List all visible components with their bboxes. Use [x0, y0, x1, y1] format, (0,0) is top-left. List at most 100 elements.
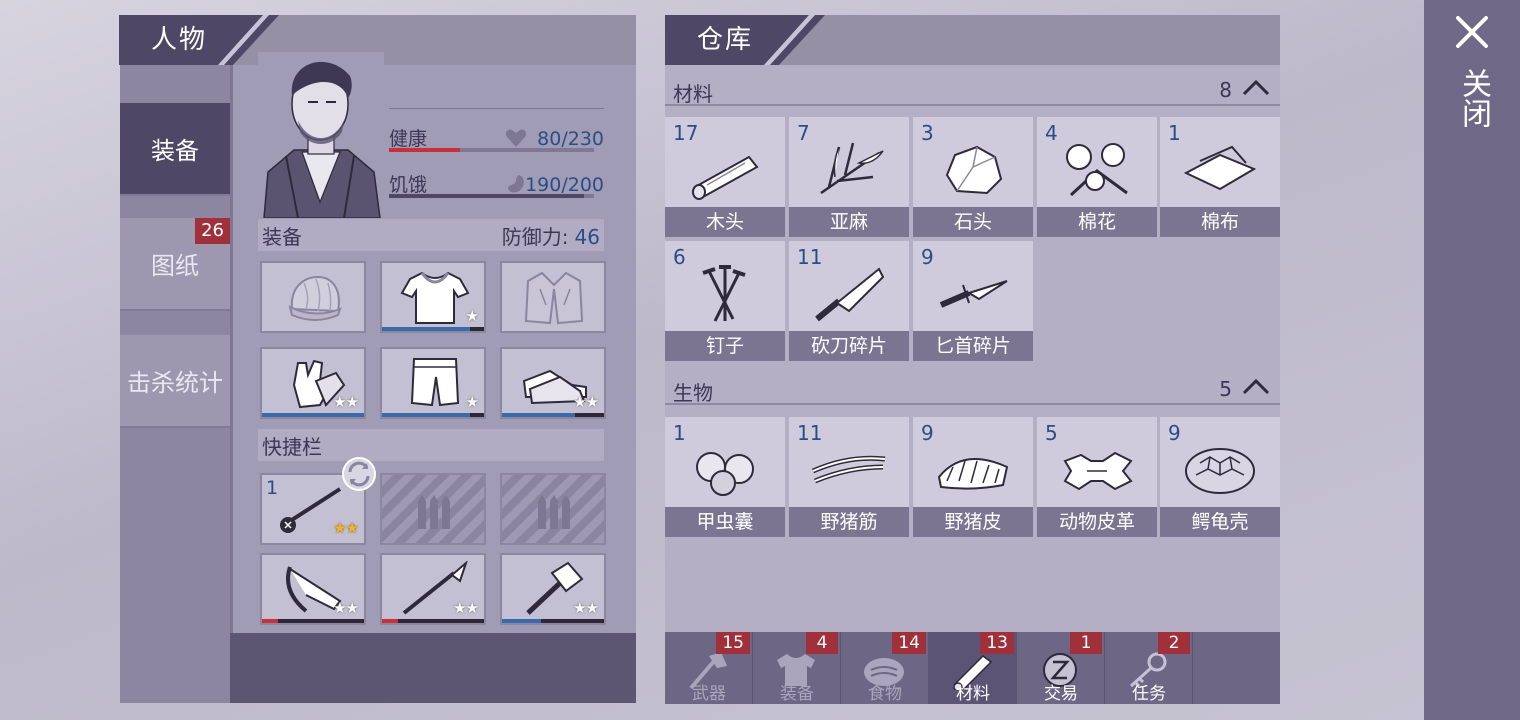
filter-tab-materials[interactable]: 材料 13	[929, 632, 1017, 704]
item-qty: 1	[673, 421, 686, 445]
item-beetle-sac[interactable]: 1 甲虫囊	[665, 417, 785, 537]
quickbar-slot-3[interactable]	[500, 473, 606, 545]
gloves-durability	[262, 413, 364, 417]
equip-slot-hands[interactable]: ★★	[260, 347, 366, 419]
item-qty: 3	[921, 121, 934, 145]
item-cotton[interactable]: 4 棉花	[1037, 117, 1157, 237]
shirt-icon	[400, 271, 470, 324]
health-value: 80/230	[537, 128, 604, 150]
close-icon	[1456, 16, 1488, 48]
jacket-icon	[524, 271, 584, 325]
equip-slot-legs[interactable]: ★	[380, 347, 486, 419]
item-wood[interactable]: 17 木头	[665, 117, 785, 237]
quickbar-slot-4[interactable]: ★★	[260, 553, 366, 625]
item-name: 甲虫囊	[665, 507, 785, 537]
dagger-fragment-icon	[939, 280, 1008, 308]
machete-fragment-icon	[815, 267, 885, 322]
item-boar-hide[interactable]: 9 野猪皮	[913, 417, 1033, 537]
filter-tab-label: 材料	[956, 684, 990, 704]
leather-icon	[1063, 451, 1133, 491]
close-button[interactable]: 关闭	[1448, 12, 1496, 142]
boar-hide-icon	[937, 458, 1009, 490]
quickbar-slot-6[interactable]: ★★	[500, 553, 606, 625]
sneakers-stars: ★★	[573, 393, 599, 411]
flax-icon	[820, 142, 884, 195]
hunger-label: 饥饿	[389, 174, 428, 196]
spear-durability	[382, 619, 484, 623]
item-name: 棉布	[1160, 207, 1280, 237]
turtle-shell-icon	[1185, 448, 1255, 494]
category-materials[interactable]: 材料 8	[665, 68, 1280, 106]
blueprints-badge: 26	[195, 218, 230, 244]
filter-tab-quests[interactable]: 任务 2	[1105, 632, 1193, 704]
category-creatures-label: 生物	[673, 381, 713, 405]
cotton-icon	[1066, 143, 1128, 197]
quickbar-section-label: 快捷栏	[262, 434, 322, 459]
tab-blueprints-label: 图纸	[151, 252, 199, 280]
pants-stars: ★	[465, 393, 479, 411]
filter-tab-label: 装备	[780, 684, 814, 704]
filter-tab-trade[interactable]: 交易 1	[1017, 632, 1105, 704]
item-qty: 4	[1045, 121, 1058, 145]
sledgehammer-durability	[502, 619, 604, 623]
swap-icon[interactable]	[340, 456, 378, 492]
item-turtle-shell[interactable]: 9 鳄龟壳	[1160, 417, 1280, 537]
hunger-bar-fill	[389, 194, 584, 198]
equip-slot-body[interactable]: ★	[380, 261, 486, 333]
tab-equipment[interactable]: 装备	[120, 103, 230, 196]
quickbar-slot-1-stars: ★★	[333, 519, 359, 537]
tab-equipment-label: 装备	[151, 137, 199, 165]
item-stone[interactable]: 3 石头	[913, 117, 1033, 237]
item-name: 鳄龟壳	[1160, 507, 1280, 537]
filter-tab-label: 食物	[868, 684, 902, 704]
item-qty: 6	[673, 245, 686, 269]
equip-slot-outer[interactable]	[500, 261, 606, 333]
item-boar-sinew[interactable]: 11 野猪筋	[789, 417, 909, 537]
locked-slot-icon	[418, 495, 450, 529]
tab-blueprints[interactable]: 图纸 26	[120, 218, 230, 311]
pants-icon	[410, 358, 460, 407]
character-title: 人物	[151, 25, 208, 55]
boar-sinew-icon	[811, 455, 886, 484]
item-nails[interactable]: 6 钉子	[665, 241, 785, 361]
quickbar-slot-5[interactable]: ★★	[380, 553, 486, 625]
item-name: 亚麻	[789, 207, 909, 237]
filter-tab-food[interactable]: 食物 14	[841, 632, 929, 704]
quickbar-slot-2[interactable]	[380, 473, 486, 545]
health-bar-fill	[389, 148, 461, 152]
crossbow-stars: ★★	[333, 599, 359, 617]
item-flax[interactable]: 7 亚麻	[789, 117, 909, 237]
item-name: 动物皮革	[1037, 507, 1157, 537]
item-dagger-fragment[interactable]: 9 匕首碎片	[913, 241, 1033, 361]
filter-tab-badge: 14	[892, 632, 926, 654]
item-name: 石头	[913, 207, 1033, 237]
category-creatures[interactable]: 生物 5	[665, 367, 1280, 405]
shirt-durability	[382, 327, 484, 331]
health-bar	[389, 148, 594, 152]
item-leather[interactable]: 5 动物皮革	[1037, 417, 1157, 537]
stomach-icon	[508, 175, 524, 193]
filter-tab-weapons[interactable]: 武器 15	[665, 632, 753, 704]
character-footer	[230, 633, 636, 703]
filter-tab-badge: 15	[716, 632, 750, 654]
defense-value: 46	[574, 224, 600, 249]
shirt-stars: ★	[465, 307, 479, 325]
storage-filter-tabs: 武器 15 装备 4 食物 14 材料 13 交易 1 任务 2	[665, 632, 1280, 704]
item-name: 野猪筋	[789, 507, 909, 537]
item-name: 木头	[665, 207, 785, 237]
category-creatures-count: 5	[1219, 377, 1232, 401]
chevron-up-icon	[1242, 378, 1270, 395]
item-qty: 1	[1168, 121, 1181, 145]
filter-tab-equipment[interactable]: 装备 4	[753, 632, 841, 704]
character-side-tabs: 装备 图纸 26 击杀统计	[120, 65, 230, 703]
equip-slot-head[interactable]	[260, 261, 366, 333]
item-cloth[interactable]: 1 棉布	[1160, 117, 1280, 237]
equip-slot-feet[interactable]: ★★	[500, 347, 606, 419]
tab-kill-stats[interactable]: 击杀统计	[120, 335, 230, 428]
item-qty: 9	[921, 245, 934, 269]
hunger-bar	[389, 194, 594, 198]
item-name: 钉子	[665, 331, 785, 361]
category-materials-label: 材料	[673, 82, 713, 106]
beanie-hat-icon	[288, 275, 342, 321]
item-machete-fragment[interactable]: 11 砍刀碎片	[789, 241, 909, 361]
